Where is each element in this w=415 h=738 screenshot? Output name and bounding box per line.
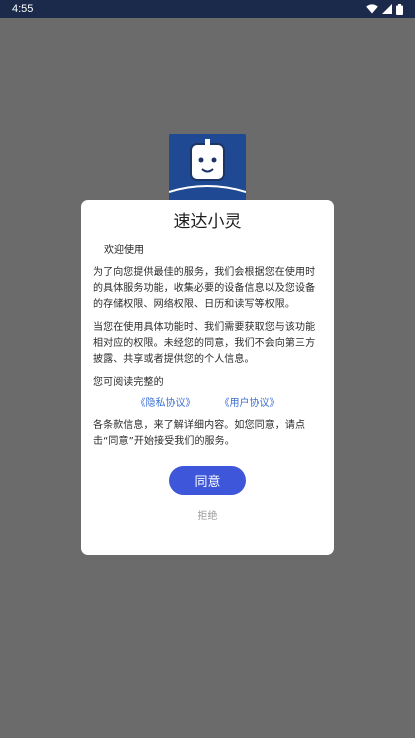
status-bar: 4:55 xyxy=(0,0,415,18)
agree-button[interactable]: 同意 xyxy=(169,466,246,495)
dialog-title: 速达小灵 xyxy=(173,212,242,232)
user-agreement-link[interactable]: 《用户协议》 xyxy=(220,397,280,411)
status-icons xyxy=(366,3,403,15)
status-time: 4:55 xyxy=(12,3,34,15)
consent-paragraph-1: 为了向您提供最佳的服务，我们会根据您在使用时的具体服务功能，收集必要的设备信息以… xyxy=(93,267,316,310)
signal-icon xyxy=(382,4,392,14)
consent-dialog: 速达小灵 欢迎使用 为了向您提供最佳的服务，我们会根据您在使用时的具体服务功能，… xyxy=(81,200,334,555)
privacy-policy-link[interactable]: 《隐私协议》 xyxy=(136,397,196,411)
consent-paragraph-2: 当您在使用具体功能时、我们需要获取您与该功能相对应的权限。未经您的同意，我们不会… xyxy=(93,322,316,365)
wifi-icon xyxy=(366,4,378,14)
reject-button[interactable]: 拒绝 xyxy=(198,507,218,522)
battery-icon xyxy=(396,3,403,15)
consent-paragraph-3: 您可阅读完整的 xyxy=(93,377,164,388)
consent-paragraph-4: 各条款信息，来了解详细内容。如您同意，请点击“同意”开始接受我们的服务。 xyxy=(93,420,306,447)
welcome-text: 欢迎使用 xyxy=(104,245,144,256)
agreement-links: 《隐私协议》 《用户协议》 xyxy=(93,397,322,411)
